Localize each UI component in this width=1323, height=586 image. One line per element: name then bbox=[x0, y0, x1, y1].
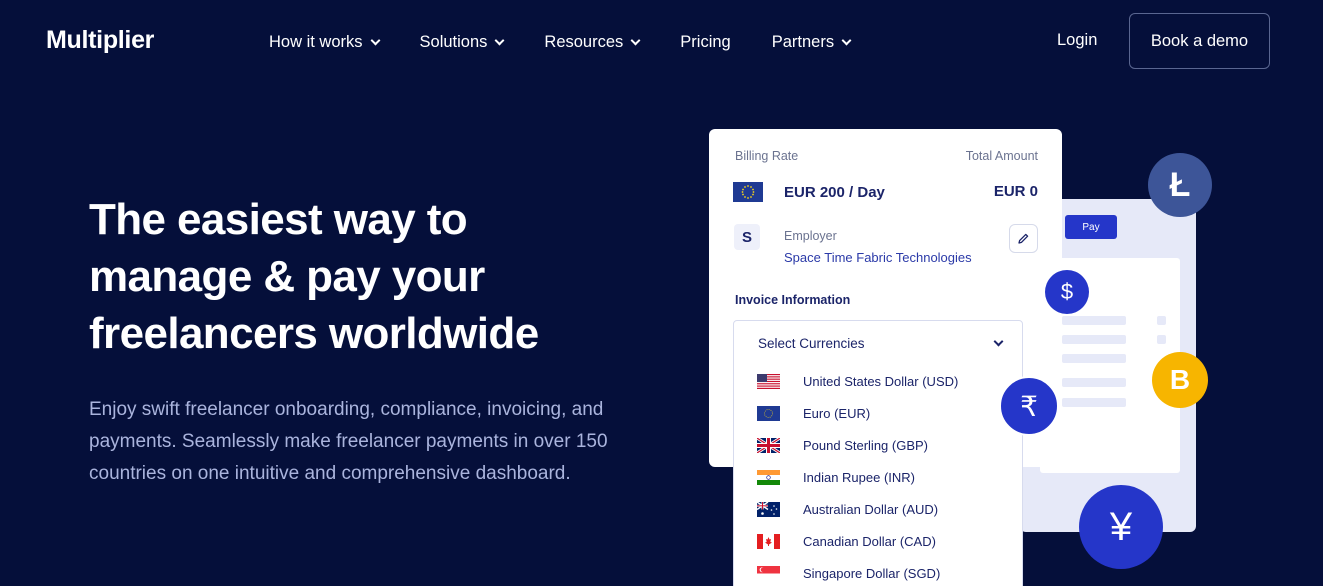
nav-label: Resources bbox=[544, 32, 624, 51]
nav-item-pricing[interactable]: Pricing bbox=[680, 31, 730, 53]
chevron-down-icon bbox=[841, 35, 852, 45]
chevron-down-icon bbox=[494, 35, 505, 45]
total-amount-label: Total Amount bbox=[965, 149, 1038, 163]
india-flag-icon bbox=[757, 469, 780, 485]
canada-flag-icon bbox=[757, 533, 780, 549]
nav-item-how-it-works[interactable]: How it works bbox=[269, 31, 380, 53]
employer-label: Employer bbox=[784, 229, 837, 243]
yen-symbol: ¥ bbox=[1109, 504, 1133, 549]
eu-flag-icon bbox=[757, 405, 780, 421]
currency-dropdown[interactable]: Select Currencies United States Dollar (… bbox=[733, 320, 1023, 586]
billing-rate-value: EUR 200 / Day bbox=[784, 184, 885, 201]
employer-name: Space Time Fabric Technologies bbox=[784, 250, 972, 265]
invoice-information-label: Invoice Information bbox=[735, 293, 851, 307]
pay-button[interactable]: Pay bbox=[1065, 215, 1117, 239]
placeholder-line bbox=[1062, 316, 1126, 325]
placeholder-line bbox=[1157, 335, 1166, 344]
currency-option-label: Canadian Dollar (CAD) bbox=[803, 533, 936, 549]
currency-option-label: Euro (EUR) bbox=[803, 405, 871, 421]
currency-option-aud[interactable]: Australian Dollar (AUD) bbox=[734, 497, 1022, 521]
currency-option-label: Australian Dollar (AUD) bbox=[803, 501, 939, 517]
us-flag-icon bbox=[757, 373, 780, 389]
hero-title-line: freelancers worldwide bbox=[89, 309, 539, 358]
currency-option-usd[interactable]: United States Dollar (USD) bbox=[734, 369, 1022, 393]
litecoin-icon: Ł bbox=[1148, 153, 1212, 217]
currency-option-label: United States Dollar (USD) bbox=[803, 373, 959, 389]
placeholder-line bbox=[1062, 354, 1126, 363]
nav-item-resources[interactable]: Resources bbox=[544, 31, 641, 53]
nav-label: Solutions bbox=[419, 32, 488, 51]
currency-option-label: Pound Sterling (GBP) bbox=[803, 437, 929, 453]
currency-option-label: Indian Rupee (INR) bbox=[803, 469, 915, 485]
nav-label: Pricing bbox=[680, 32, 731, 51]
edit-employer-button[interactable] bbox=[1009, 224, 1038, 253]
currency-option-eur[interactable]: Euro (EUR) bbox=[734, 401, 1022, 425]
hero-title: The easiest way to manage & pay your fre… bbox=[89, 191, 649, 362]
placeholder-line bbox=[1062, 398, 1126, 407]
hero-title-line: manage & pay your bbox=[89, 252, 485, 301]
top-navigation: Multiplier How it works Solutions Resour… bbox=[0, 0, 1323, 82]
hero-title-line: The easiest way to bbox=[89, 195, 468, 244]
currency-option-cad[interactable]: Canadian Dollar (CAD) bbox=[734, 529, 1022, 553]
nav-item-solutions[interactable]: Solutions bbox=[419, 31, 505, 53]
australia-flag-icon bbox=[757, 501, 780, 517]
currency-option-gbp[interactable]: Pound Sterling (GBP) bbox=[734, 433, 1022, 457]
yen-coin-icon: ¥ bbox=[1079, 485, 1163, 569]
bitcoin-icon: B bbox=[1152, 352, 1208, 408]
currency-option-label: Singapore Dollar (SGD) bbox=[803, 565, 941, 581]
rupee-symbol: ₹ bbox=[1020, 390, 1038, 422]
litecoin-symbol: Ł bbox=[1169, 165, 1191, 204]
currency-option-inr[interactable]: Indian Rupee (INR) bbox=[734, 465, 1022, 489]
nav-item-partners[interactable]: Partners bbox=[771, 31, 852, 53]
uk-flag-icon bbox=[757, 437, 780, 453]
main-menu: How it works Solutions Resources Pricing… bbox=[269, 31, 891, 53]
placeholder-line bbox=[1062, 378, 1126, 387]
chevron-down-icon[interactable] bbox=[993, 336, 1004, 347]
rupee-coin-icon: ₹ bbox=[999, 376, 1059, 436]
nav-label: How it works bbox=[269, 32, 363, 51]
multiplier-logo[interactable]: Multiplier bbox=[46, 26, 154, 55]
placeholder-line bbox=[1157, 316, 1166, 325]
total-amount-value: EUR 0 bbox=[993, 183, 1038, 200]
billing-rate-label: Billing Rate bbox=[735, 149, 799, 163]
dollar-symbol: $ bbox=[1060, 279, 1074, 304]
currency-option-sgd[interactable]: Singapore Dollar (SGD) bbox=[734, 561, 1022, 585]
book-demo-button[interactable]: Book a demo bbox=[1129, 13, 1270, 69]
login-link[interactable]: Login bbox=[1057, 31, 1097, 50]
eu-flag-icon bbox=[733, 182, 763, 202]
chevron-down-icon bbox=[630, 35, 641, 45]
hero-subtitle: Enjoy swift freelancer onboarding, compl… bbox=[89, 399, 608, 484]
employer-avatar: S bbox=[734, 224, 760, 250]
chevron-down-icon bbox=[370, 35, 380, 45]
bitcoin-symbol: B bbox=[1169, 364, 1191, 395]
currency-select-placeholder[interactable]: Select Currencies bbox=[758, 336, 865, 351]
placeholder-line bbox=[1062, 335, 1126, 344]
singapore-flag-icon bbox=[757, 565, 780, 581]
nav-label: Partners bbox=[771, 32, 835, 51]
pencil-icon bbox=[1018, 233, 1029, 244]
dollar-coin-icon: $ bbox=[1045, 270, 1089, 314]
